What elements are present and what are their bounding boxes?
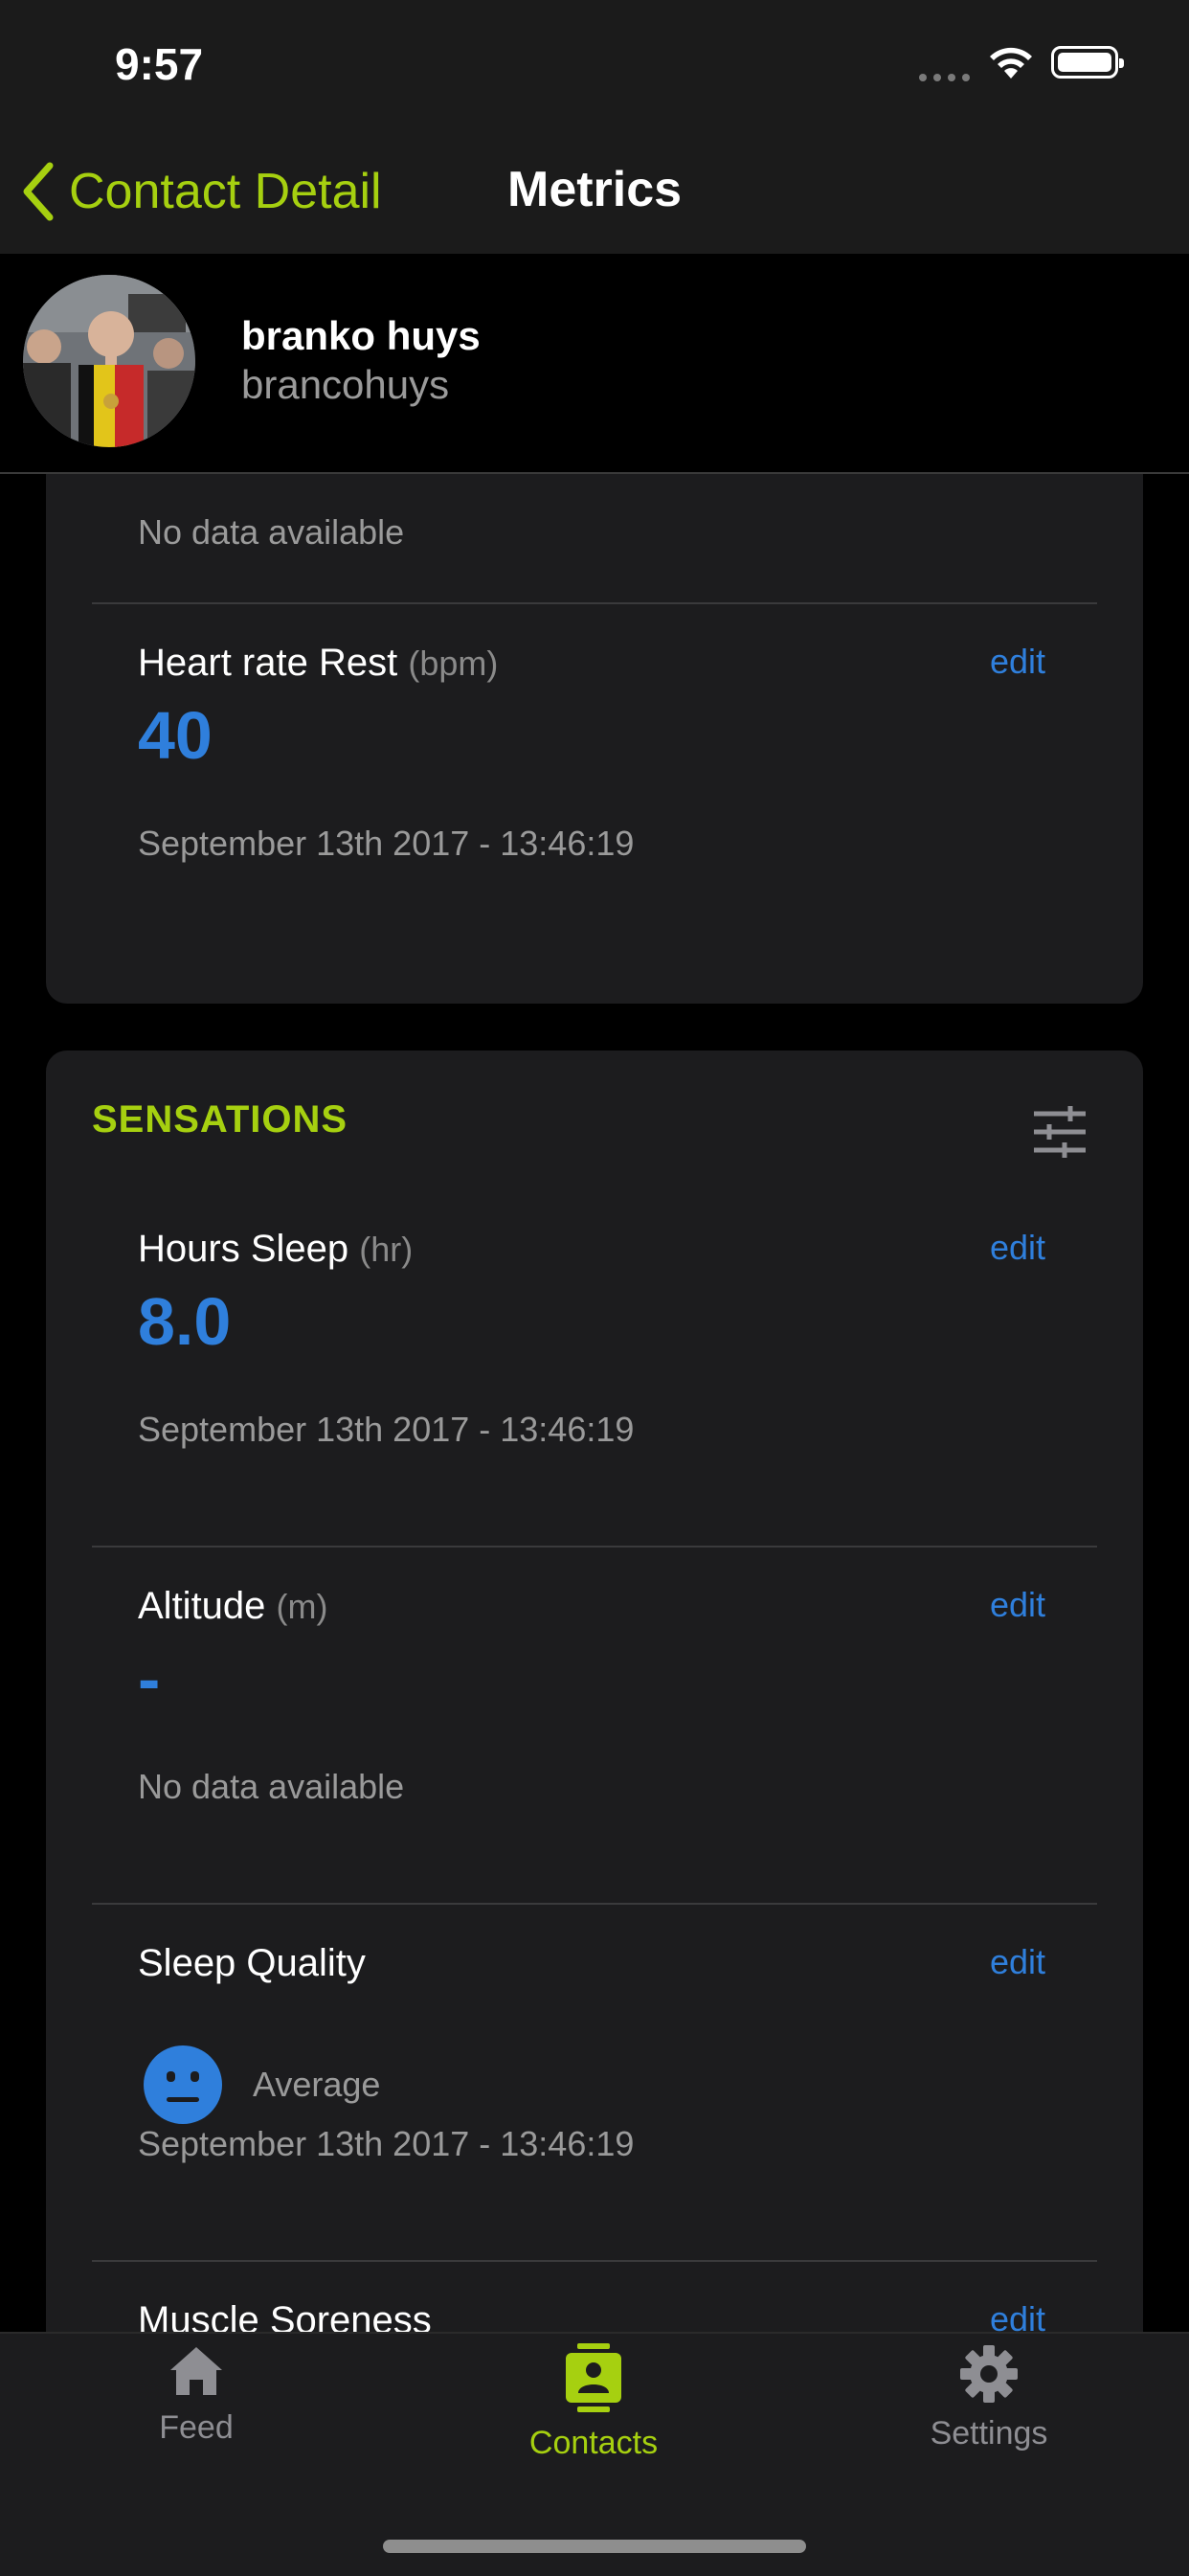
metric-altitude: Altitude (m) edit - No data available [92,1585,1097,1872]
back-label: Contact Detail [69,164,382,219]
contact-card-icon [566,2343,621,2412]
tab-label: Contacts [528,2425,659,2461]
metrics-scroll-area[interactable]: No data available Heart rate Rest (bpm) … [0,474,1189,2332]
sliders-icon[interactable] [1032,1104,1088,1160]
metric-unit: (hr) [359,1230,414,1269]
metric-unit: (bpm) [408,644,499,683]
metric-muscle-soreness: Muscle Soreness edit [92,2299,1097,2332]
metric-timestamp: September 13th 2017 - 13:46:19 [138,824,635,863]
edit-link[interactable]: edit [990,2299,1045,2332]
neutral-face-icon [144,2045,222,2124]
chevron-left-icon [23,162,54,221]
tab-contacts[interactable]: Contacts [450,2343,737,2462]
metric-unit: (m) [276,1587,328,1626]
tab-settings[interactable]: Settings [845,2343,1133,2452]
metric-label: Altitude (m) [138,1585,328,1628]
section-title-sensations: SENSATIONS [92,1098,348,1141]
metric-name: Hours Sleep [138,1228,349,1270]
metric-heart-rate-rest: Heart rate Rest (bpm) edit 40 September … [92,642,1097,919]
metric-value: 8.0 [138,1284,232,1359]
edit-link[interactable]: edit [990,642,1045,682]
contact-name: branko huys [241,313,481,358]
divider [92,1546,1097,1548]
metric-label: Heart rate Rest (bpm) [138,642,498,685]
page-title: Metrics [507,162,683,217]
metric-timestamp: September 13th 2017 - 13:46:19 [138,1410,635,1449]
no-data-note: No data available [138,512,405,552]
metric-value: - [138,1641,161,1716]
profile-header: branko huys brancohuys [0,254,1189,474]
metric-name: Sleep Quality [138,1942,366,1984]
wifi-icon [990,47,1032,79]
metric-label: Sleep Quality [138,1942,366,1985]
home-icon [170,2347,222,2395]
edit-link[interactable]: edit [990,1942,1045,1982]
navigation-bar: Contact Detail Metrics [0,124,1189,254]
status-bar: 9:57 [0,0,1189,124]
cellular-signal-icon [919,69,976,81]
battery-icon [1051,46,1124,79]
back-button[interactable]: Contact Detail [21,158,382,225]
no-data-note: No data available [138,1767,405,1806]
gear-icon [960,2345,1018,2403]
metric-timestamp: September 13th 2017 - 13:46:19 [138,2124,635,2163]
tab-label: Settings [930,2415,1048,2452]
tab-feed[interactable]: Feed [53,2343,340,2447]
metric-name: Muscle Soreness [138,2299,432,2332]
metric-hours-sleep: Hours Sleep (hr) edit 8.0 September 13th… [92,1228,1097,1515]
divider [92,602,1097,604]
metric-sleep-quality: Sleep Quality edit September 13th 2017 -… [92,1942,1097,2229]
metric-name: Altitude [138,1585,266,1627]
metric-name: Heart rate Rest [138,642,398,684]
tab-label: Feed [159,2409,234,2446]
home-indicator[interactable] [383,2540,806,2553]
metric-label: Hours Sleep (hr) [138,1228,413,1271]
metric-value: 40 [138,698,213,773]
status-time: 9:57 [115,39,204,89]
avatar[interactable] [23,275,195,447]
avatar-photo [23,275,195,447]
tab-bar: Feed Contacts Settings [0,2332,1189,2576]
edit-link[interactable]: edit [990,1228,1045,1268]
sleep-quality-rating: Average [253,2065,381,2104]
contact-username: brancohuys [241,362,450,407]
divider [92,1903,1097,1905]
edit-link[interactable]: edit [990,1585,1045,1625]
divider [92,2260,1097,2262]
partial-metric: No data available [92,512,1097,570]
